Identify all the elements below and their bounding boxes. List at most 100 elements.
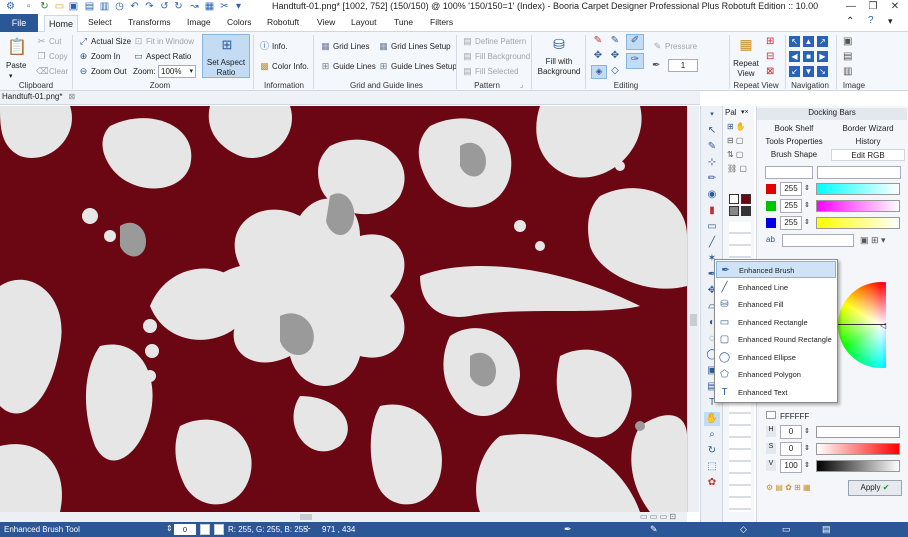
redo-icon[interactable]: ↷ bbox=[143, 0, 156, 13]
palette-swatch-white[interactable] bbox=[729, 194, 739, 204]
close-tab-icon[interactable]: ⊠ bbox=[69, 92, 76, 101]
red-input[interactable]: 255 bbox=[780, 182, 802, 196]
guide-lines-setup-button[interactable]: ⊞ Guide Lines Setup bbox=[378, 60, 457, 73]
nav-down-right-icon[interactable]: ↘ bbox=[817, 66, 828, 77]
clear-button[interactable]: ⌫Clear bbox=[36, 65, 68, 78]
eyedropper-tool-icon[interactable]: ✎ bbox=[704, 140, 720, 154]
horizontal-scroll-thumb[interactable] bbox=[300, 514, 312, 520]
green-input[interactable]: 255 bbox=[780, 199, 802, 213]
hand-tool-icon[interactable]: ✋ bbox=[704, 412, 720, 426]
palette-link-icon[interactable]: ⛓ ▢ bbox=[727, 164, 747, 173]
tuft-tool-icon[interactable]: ⬚ bbox=[704, 460, 720, 474]
blue-gradient-slider[interactable] bbox=[816, 217, 900, 229]
palette-pin-icon[interactable]: ▾× bbox=[741, 108, 749, 116]
saturation-input[interactable]: 0 bbox=[780, 442, 802, 456]
set-aspect-ratio-button[interactable]: ⊞ Set Aspect Ratio bbox=[202, 34, 250, 78]
info-button[interactable]: ⓘ Info. bbox=[259, 40, 288, 53]
status-spinner-icon[interactable]: ⇕ bbox=[166, 524, 173, 533]
image-tool-2-icon[interactable]: ▤ bbox=[843, 51, 852, 62]
paste-dropdown-icon[interactable]: ▾ bbox=[9, 70, 13, 83]
open-folder-icon[interactable]: ▭ bbox=[53, 0, 66, 13]
image-tool-3-icon[interactable]: ▥ bbox=[843, 66, 852, 77]
customize-dropdown-icon[interactable]: ▾ bbox=[232, 0, 245, 13]
hex-value[interactable]: FFFFFF bbox=[780, 412, 809, 421]
value-input[interactable]: 100 bbox=[780, 459, 802, 473]
fill-background-button[interactable]: ▤ Fill Background bbox=[462, 50, 530, 63]
edit-tool-6-icon[interactable]: ◈ bbox=[591, 65, 607, 79]
vertical-scroll-thumb[interactable] bbox=[690, 314, 697, 326]
tab-layout[interactable]: Layout bbox=[351, 17, 377, 27]
edit-tool-1-icon[interactable]: ✎ bbox=[591, 35, 605, 47]
fill-selected-button[interactable]: ▤ Fill Selected bbox=[462, 65, 518, 78]
menu-item-enhanced-ellipse[interactable]: ◯ Enhanced Ellipse bbox=[716, 349, 836, 366]
status-value-1[interactable]: 0 bbox=[174, 524, 196, 535]
pressure-button[interactable]: ✎ Pressure bbox=[652, 40, 697, 53]
value-slider[interactable] bbox=[816, 460, 900, 472]
history-icon[interactable]: ◷ bbox=[113, 0, 126, 13]
canvas-vertical-scrollbar[interactable] bbox=[687, 106, 699, 512]
save-as-icon[interactable]: ▤ bbox=[83, 0, 96, 13]
tab-filters[interactable]: Filters bbox=[430, 17, 453, 27]
palette-arrange-icon[interactable]: ⊟ ▢ bbox=[727, 136, 743, 145]
edit-tool-3-icon[interactable]: ✐ bbox=[626, 34, 644, 50]
menu-item-enhanced-line[interactable]: ╱ Enhanced Line bbox=[716, 279, 836, 296]
red-gradient-slider[interactable] bbox=[816, 183, 900, 195]
file-menu-button[interactable]: File bbox=[0, 14, 38, 32]
nav-up-right-icon[interactable]: ↗ bbox=[817, 36, 828, 47]
menu-item-enhanced-fill[interactable]: ⛁ Enhanced Fill bbox=[716, 296, 836, 313]
hue-spinner-icon[interactable]: ⇕ bbox=[804, 427, 810, 435]
palette-swatch-gray[interactable] bbox=[729, 206, 739, 216]
apply-button[interactable]: Apply ✔ bbox=[848, 480, 902, 496]
tab-brush-shape[interactable]: Brush Shape bbox=[761, 149, 827, 161]
repeat-mode-1-icon[interactable]: ⊞ bbox=[766, 36, 774, 47]
shape-tool-icon[interactable]: ▭ bbox=[704, 220, 720, 234]
edit-tool-7-icon[interactable]: ◇ bbox=[608, 65, 622, 77]
color-info-button[interactable]: ▩ Color Info. bbox=[259, 60, 309, 73]
fill-with-background-button[interactable]: ⛁ Fill with Background bbox=[536, 34, 582, 78]
menu-item-enhanced-rectangle[interactable]: ▭ Enhanced Rectangle bbox=[716, 314, 836, 331]
copy-button[interactable]: ❐ Copy bbox=[36, 50, 67, 63]
step-icon[interactable]: ↝ bbox=[188, 0, 201, 13]
line-tool-icon[interactable]: ╱ bbox=[704, 236, 720, 250]
redo-arrow-icon[interactable]: ↻ bbox=[172, 0, 185, 13]
edit-tool-5-icon[interactable]: ✥ bbox=[608, 50, 622, 62]
nav-down-icon[interactable]: ▼ bbox=[803, 66, 814, 77]
tab-transforms[interactable]: Transforms bbox=[128, 17, 171, 27]
collapse-ribbon-icon[interactable]: ⌃ bbox=[846, 16, 854, 27]
define-pattern-button[interactable]: ▤ Define Pattern bbox=[462, 35, 526, 48]
tab-history[interactable]: History bbox=[831, 136, 905, 148]
edit-tool-2-icon[interactable]: ✎ bbox=[608, 35, 622, 47]
palette-swatch-maroon[interactable] bbox=[741, 194, 751, 204]
hue-input[interactable]: 0 bbox=[780, 425, 802, 439]
repeat-mode-2-icon[interactable]: ⊟ bbox=[766, 51, 774, 62]
pencil-tool-icon[interactable]: ✏ bbox=[704, 172, 720, 186]
guide-lines-button[interactable]: ⊞ Guide Lines bbox=[320, 60, 376, 73]
canvas-view-controls[interactable]: ▭ ▭ ▭ ⊡ bbox=[640, 512, 676, 521]
nav-up-icon[interactable]: ▲ bbox=[803, 36, 814, 47]
close-button[interactable]: ✕ bbox=[884, 0, 906, 13]
cut-button[interactable]: ✂ Cut bbox=[36, 35, 62, 48]
menu-item-enhanced-round-rectangle[interactable]: ▢ Enhanced Round Rectangle bbox=[716, 331, 836, 348]
palette-sort-icon[interactable]: ⇅ ▢ bbox=[727, 150, 743, 159]
cut-icon[interactable]: ✂ bbox=[218, 0, 231, 13]
tab-border-wizard[interactable]: Border Wizard bbox=[831, 123, 905, 135]
nav-up-left-icon[interactable]: ↖ bbox=[789, 36, 800, 47]
zoom-tool-icon[interactable]: ⌕ bbox=[704, 428, 720, 442]
color-tools-icon[interactable]: ▣ ⊞ ▾ bbox=[860, 235, 886, 246]
pressure-spinner[interactable]: 1 bbox=[668, 59, 698, 72]
tab-select[interactable]: Select bbox=[88, 17, 112, 27]
save-icon[interactable]: ▣ bbox=[67, 0, 80, 13]
blue-spinner-icon[interactable]: ⇕ bbox=[804, 218, 810, 226]
toolstrip-menu-icon[interactable]: ▾ bbox=[704, 108, 720, 122]
help-icon[interactable]: ? bbox=[868, 15, 874, 26]
grid-lines-button[interactable]: ▦ Grid Lines bbox=[320, 40, 369, 53]
tab-view[interactable]: View bbox=[317, 17, 335, 27]
tab-book-shelf[interactable]: Book Shelf bbox=[761, 123, 827, 135]
undo-arrow-icon[interactable]: ↺ bbox=[158, 0, 171, 13]
repeat-view-button[interactable]: ▦ Repeat View bbox=[733, 34, 759, 78]
nav-down-left-icon[interactable]: ↙ bbox=[789, 66, 800, 77]
canvas-horizontal-scrollbar[interactable]: ▭ ▭ ▭ ⊡ bbox=[0, 512, 687, 522]
new-file-icon[interactable]: ▫ bbox=[22, 0, 35, 13]
minimize-button[interactable]: — bbox=[840, 0, 862, 13]
repeat-mode-3-icon[interactable]: ⊠ bbox=[766, 66, 774, 77]
